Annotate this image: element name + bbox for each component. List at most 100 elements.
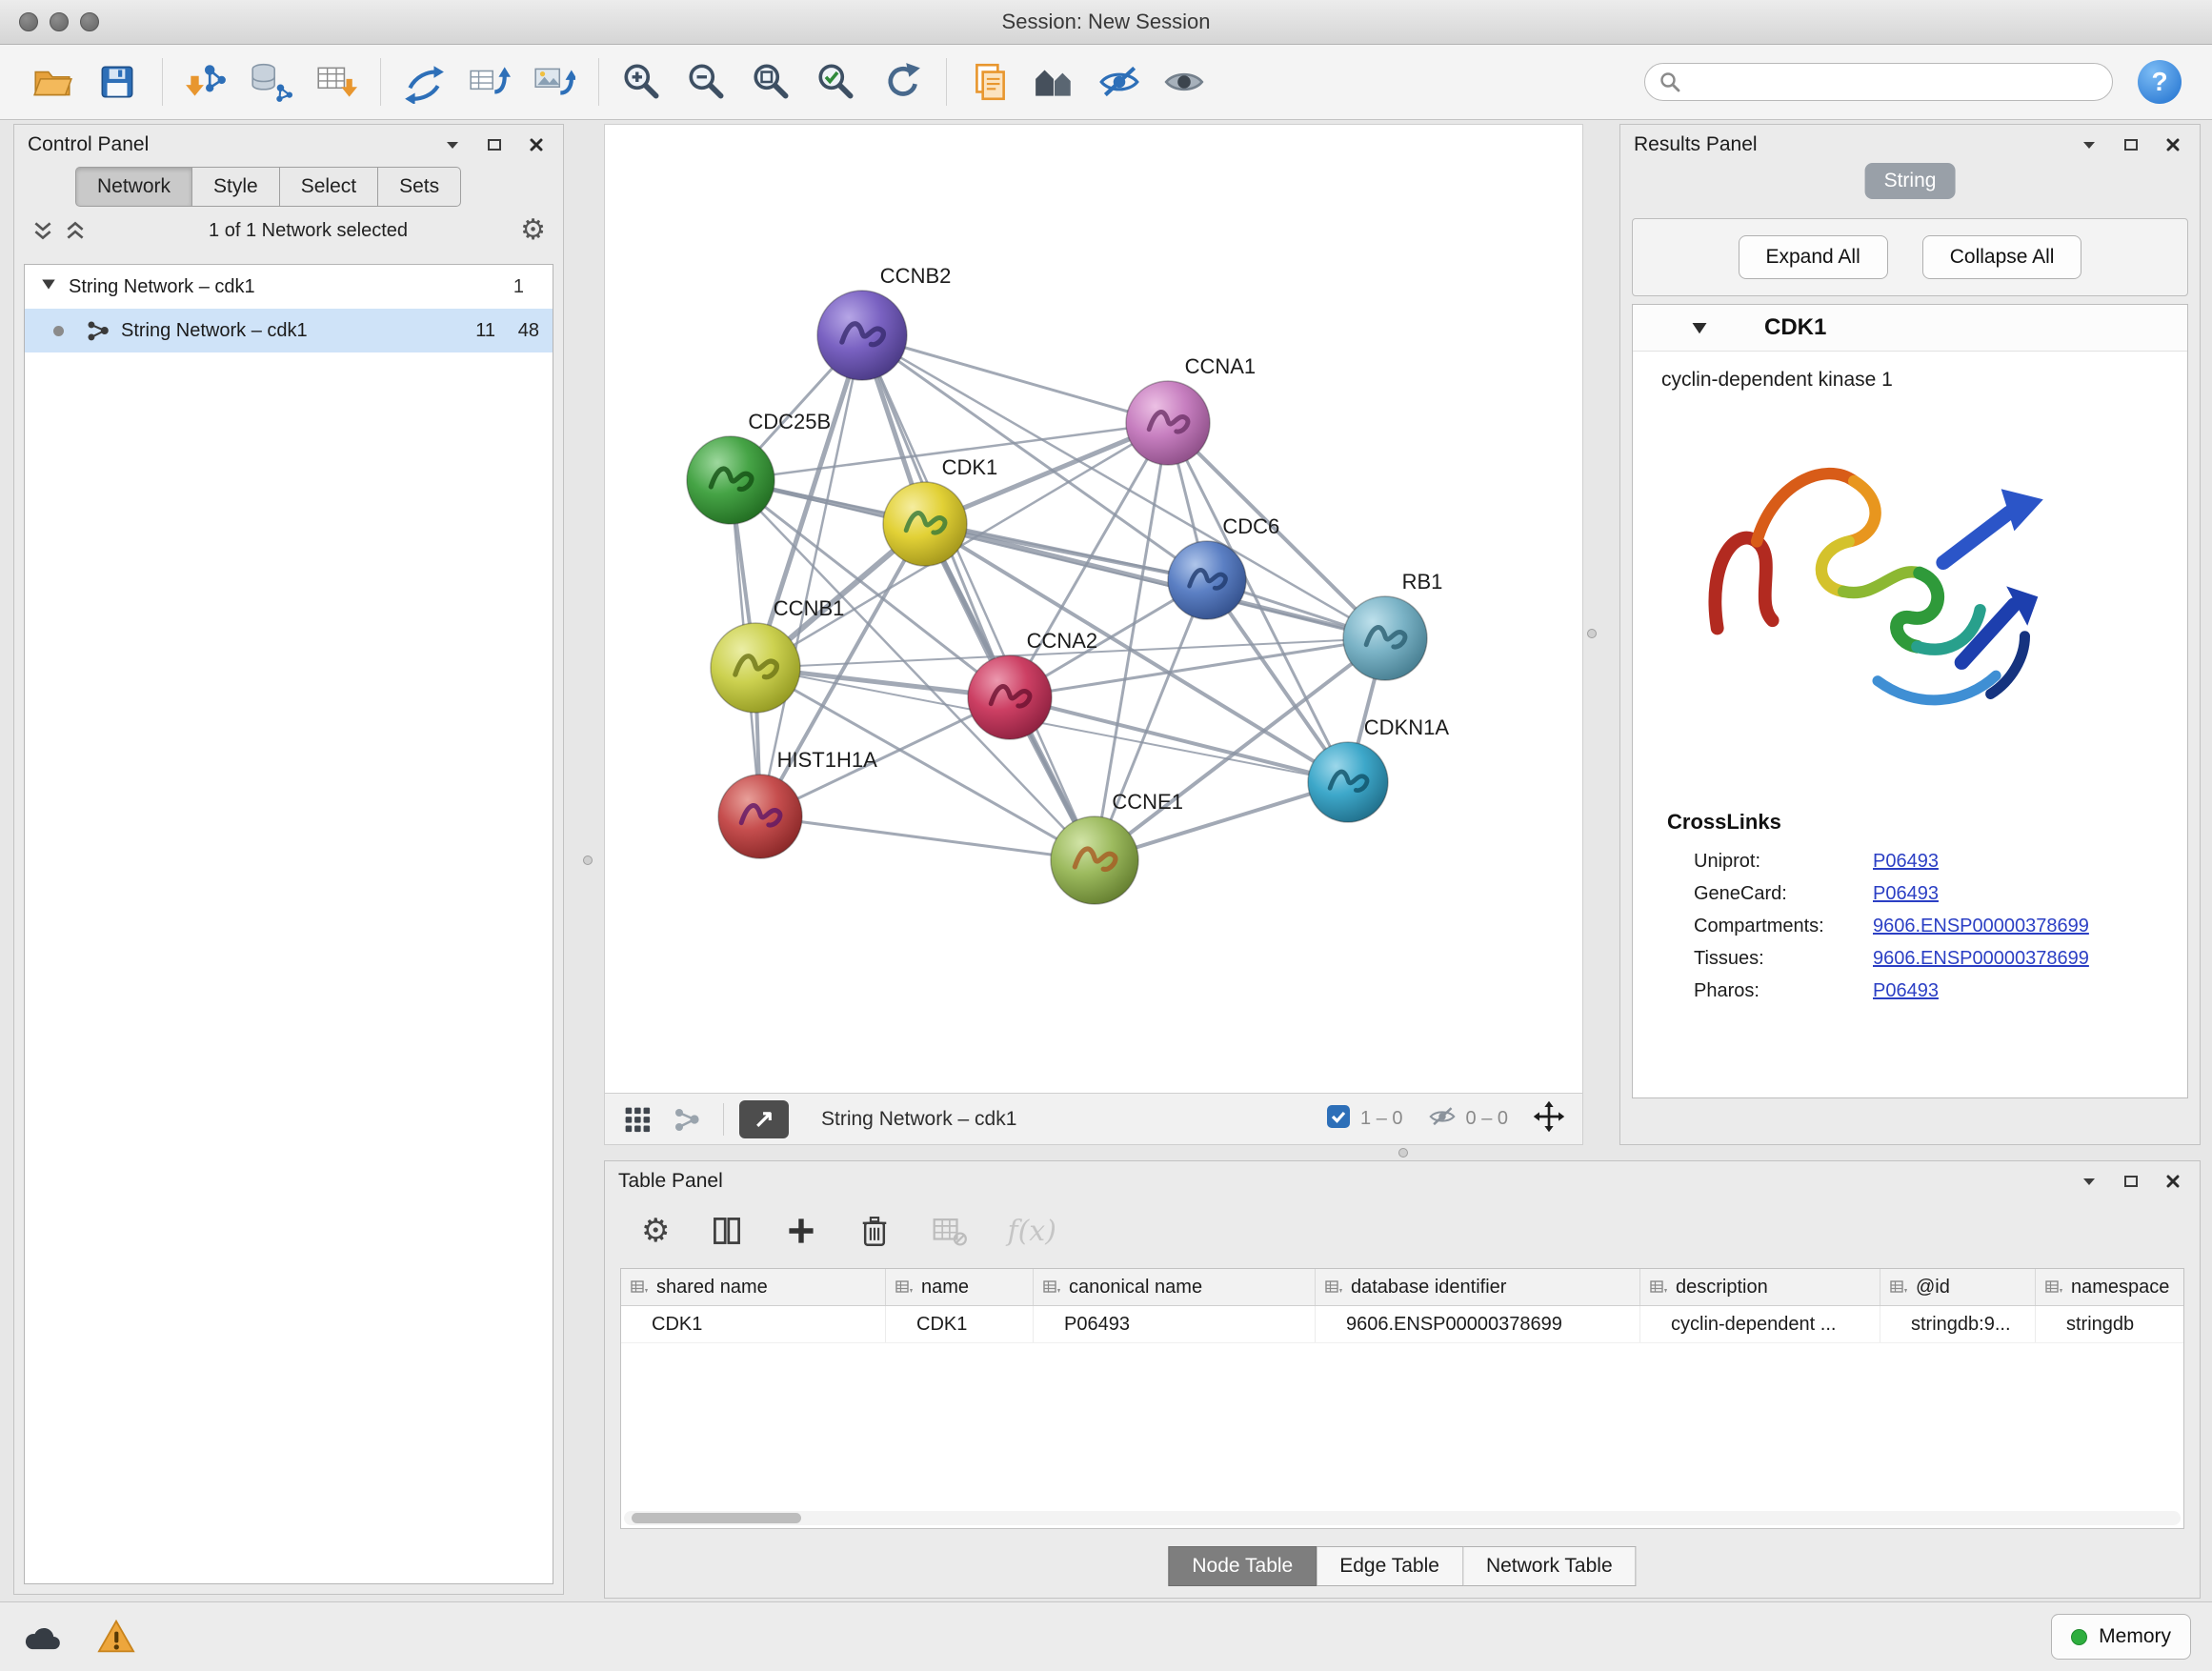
panel-float-icon[interactable] bbox=[2118, 131, 2144, 158]
crosslink-link[interactable]: P06493 bbox=[1873, 851, 1939, 873]
close-window-button[interactable] bbox=[19, 12, 38, 31]
network-edge[interactable] bbox=[760, 335, 862, 816]
open-session-button[interactable] bbox=[25, 54, 80, 110]
column-header[interactable]: database identifier bbox=[1316, 1269, 1640, 1305]
memory-button[interactable]: Memory bbox=[2051, 1614, 2191, 1660]
zoom-fit-button[interactable] bbox=[744, 54, 799, 110]
column-header[interactable]: @id bbox=[1880, 1269, 2036, 1305]
panel-collapse-icon[interactable] bbox=[2076, 1168, 2102, 1195]
crosslink-link[interactable]: P06493 bbox=[1873, 883, 1939, 905]
zoom-selected-button[interactable] bbox=[809, 54, 864, 110]
import-table-button[interactable] bbox=[308, 54, 363, 110]
column-header[interactable]: namespace bbox=[2036, 1269, 2184, 1305]
show-all-button[interactable] bbox=[1156, 54, 1212, 110]
search-input[interactable] bbox=[1691, 70, 2099, 94]
panel-float-icon[interactable] bbox=[481, 131, 508, 158]
network-node-cdkn1a[interactable] bbox=[1308, 742, 1388, 822]
splitter-handle[interactable] bbox=[1398, 1148, 1408, 1158]
save-session-button[interactable] bbox=[90, 54, 145, 110]
collapse-all-networks-icon[interactable] bbox=[64, 219, 87, 242]
network-node-ccnb2[interactable] bbox=[817, 291, 907, 380]
scrollbar-thumb[interactable] bbox=[632, 1513, 801, 1523]
first-neighbors-button[interactable] bbox=[1027, 54, 1082, 110]
hidden-eye-slash-icon[interactable] bbox=[1428, 1102, 1457, 1136]
table-options-gear-icon[interactable]: ⚙ bbox=[641, 1215, 670, 1247]
collapse-all-button[interactable]: Collapse All bbox=[1922, 235, 2082, 279]
minimize-window-button[interactable] bbox=[50, 12, 69, 31]
selected-checkbox-icon[interactable] bbox=[1326, 1104, 1351, 1134]
splitter-handle[interactable] bbox=[1587, 629, 1597, 638]
network-node-cdk1[interactable] bbox=[883, 482, 967, 566]
new-network-button[interactable] bbox=[396, 54, 452, 110]
export-document-button[interactable] bbox=[962, 54, 1017, 110]
table-cell[interactable]: CDK1 bbox=[621, 1306, 886, 1342]
network-edge[interactable] bbox=[862, 335, 1095, 860]
table-row[interactable]: CDK1CDK1P064939606.ENSP00000378699cyclin… bbox=[621, 1306, 2183, 1343]
panel-collapse-icon[interactable] bbox=[439, 131, 466, 158]
network-from-table-button[interactable] bbox=[461, 54, 516, 110]
search-box[interactable] bbox=[1644, 63, 2113, 101]
network-row-selected[interactable]: String Network – cdk1 11 48 bbox=[25, 309, 553, 352]
network-node-cdc6[interactable] bbox=[1168, 541, 1246, 619]
column-header[interactable]: shared name bbox=[621, 1269, 886, 1305]
table-cell[interactable]: 9606.ENSP00000378699 bbox=[1316, 1306, 1640, 1342]
network-node-hist1h1a[interactable] bbox=[718, 775, 802, 858]
table-cell[interactable]: stringdb bbox=[2036, 1306, 2184, 1342]
panel-close-icon[interactable] bbox=[2160, 1168, 2186, 1195]
network-node-cdc25b[interactable] bbox=[687, 436, 774, 524]
panel-collapse-icon[interactable] bbox=[2076, 131, 2102, 158]
delete-column-trash-icon[interactable] bbox=[858, 1214, 891, 1248]
help-button[interactable]: ? bbox=[2138, 60, 2182, 104]
tab-network[interactable]: Network bbox=[75, 167, 192, 207]
import-network-from-database-button[interactable] bbox=[243, 54, 298, 110]
pan-crosshair-icon[interactable] bbox=[1533, 1100, 1565, 1137]
network-edge[interactable] bbox=[862, 335, 1168, 423]
network-node-ccne1[interactable] bbox=[1051, 816, 1138, 904]
network-node-ccnb1[interactable] bbox=[711, 623, 800, 713]
crosslink-link[interactable]: 9606.ENSP00000378699 bbox=[1873, 916, 2089, 937]
show-columns-icon[interactable] bbox=[710, 1214, 744, 1248]
expand-all-button[interactable]: Expand All bbox=[1739, 235, 1888, 279]
disclosure-triangle-icon[interactable] bbox=[40, 275, 57, 298]
create-column-icon[interactable] bbox=[784, 1214, 818, 1248]
network-options-gear-icon[interactable]: ⚙ bbox=[520, 216, 546, 245]
panel-close-icon[interactable] bbox=[2160, 131, 2186, 158]
column-header[interactable]: description bbox=[1640, 1269, 1880, 1305]
expand-all-networks-icon[interactable] bbox=[31, 219, 54, 242]
panel-close-icon[interactable] bbox=[523, 131, 550, 158]
warnings-button[interactable] bbox=[91, 1615, 141, 1659]
export-image-button[interactable] bbox=[526, 54, 581, 110]
table-cell[interactable]: P06493 bbox=[1034, 1306, 1316, 1342]
tab-select[interactable]: Select bbox=[280, 167, 378, 207]
network-node-ccna1[interactable] bbox=[1126, 381, 1210, 465]
hide-selected-button[interactable] bbox=[1092, 54, 1147, 110]
zoom-window-button[interactable] bbox=[80, 12, 99, 31]
crosslink-link[interactable]: 9606.ENSP00000378699 bbox=[1873, 948, 2089, 970]
tab-edge-table[interactable]: Edge Table bbox=[1317, 1546, 1463, 1586]
grid-view-icon[interactable] bbox=[622, 1104, 653, 1135]
refresh-view-button[interactable] bbox=[874, 54, 929, 110]
network-canvas[interactable]: CCNB2CCNA1CDC25BCDK1CDC6RB1CCNB1CCNA2CDK… bbox=[605, 125, 1582, 1093]
panel-float-icon[interactable] bbox=[2118, 1168, 2144, 1195]
table-cell[interactable]: stringdb:9... bbox=[1880, 1306, 2036, 1342]
splitter-handle[interactable] bbox=[583, 856, 593, 865]
disclosure-triangle-icon[interactable] bbox=[1690, 318, 1709, 337]
detach-view-button[interactable]: ↗ bbox=[739, 1100, 789, 1138]
table-cell[interactable]: cyclin-dependent ... bbox=[1640, 1306, 1880, 1342]
zoom-in-button[interactable] bbox=[614, 54, 670, 110]
table-cell[interactable]: CDK1 bbox=[886, 1306, 1034, 1342]
tab-sets[interactable]: Sets bbox=[378, 167, 461, 207]
cloud-button[interactable] bbox=[17, 1615, 67, 1659]
network-node-ccna2[interactable] bbox=[968, 655, 1052, 739]
tab-string[interactable]: String bbox=[1865, 163, 1956, 199]
gene-section-header[interactable]: CDK1 bbox=[1633, 305, 2187, 352]
tab-network-table[interactable]: Network Table bbox=[1463, 1546, 1637, 1586]
crosslink-link[interactable]: P06493 bbox=[1873, 980, 1939, 1002]
column-header[interactable]: name bbox=[886, 1269, 1034, 1305]
network-edge[interactable] bbox=[760, 816, 1095, 860]
column-header[interactable]: canonical name bbox=[1034, 1269, 1316, 1305]
network-collection-row[interactable]: String Network – cdk1 1 bbox=[25, 265, 553, 309]
import-network-from-file-button[interactable] bbox=[178, 54, 233, 110]
tab-node-table[interactable]: Node Table bbox=[1168, 1546, 1317, 1586]
zoom-out-button[interactable] bbox=[679, 54, 734, 110]
